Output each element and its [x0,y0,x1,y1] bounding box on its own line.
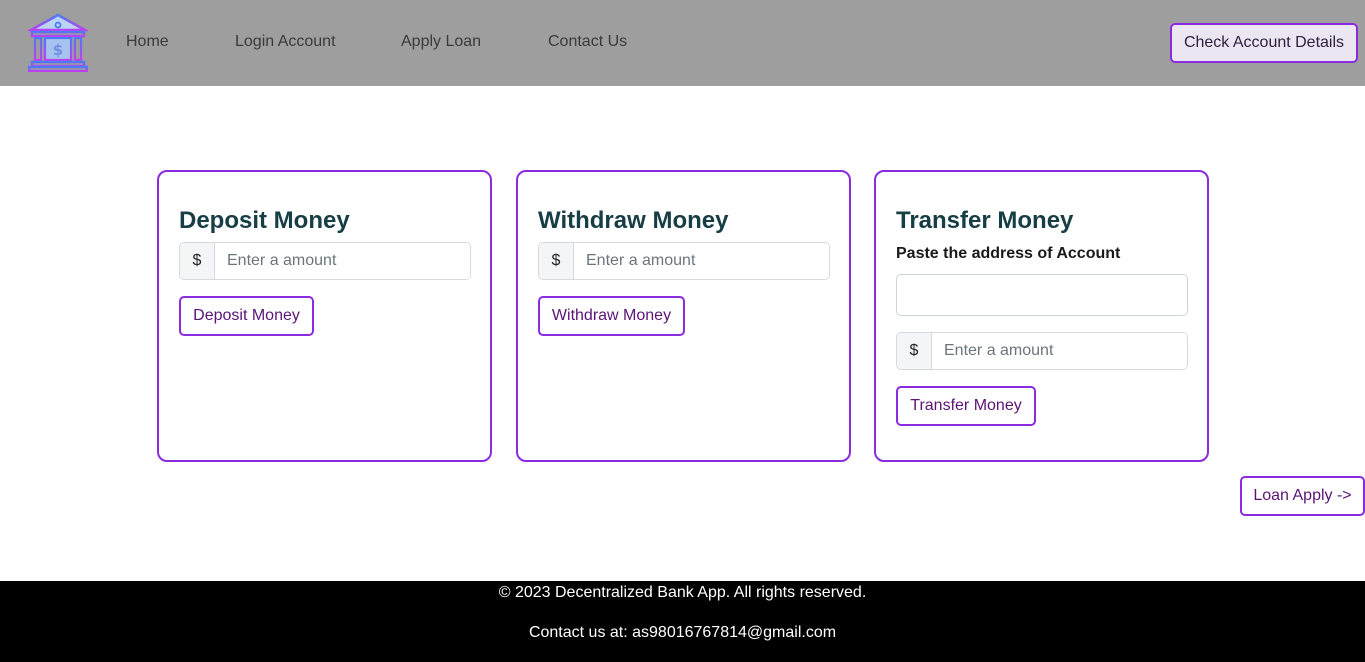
address-label: Paste the address of Account [896,245,1121,262]
nav-link-home[interactable]: Home [126,33,169,51]
currency-prefix: $ [180,243,215,279]
withdraw-amount-group: $ [538,242,830,280]
nav-link-contact-us[interactable]: Contact Us [548,33,627,51]
currency-prefix: $ [897,333,932,369]
footer-contact: Contact us at: as98016767814@gmail.com [528,624,837,641]
transfer-card: Transfer Money Paste the address of Acco… [874,170,1209,462]
withdraw-card: Withdraw Money $ Withdraw Money [516,170,851,462]
transfer-money-button[interactable]: Transfer Money [896,386,1036,426]
withdraw-amount-input[interactable] [574,243,829,279]
withdraw-title: Withdraw Money [538,207,729,234]
withdraw-money-button[interactable]: Withdraw Money [538,296,685,336]
svg-text:$: $ [53,41,63,59]
deposit-amount-input[interactable] [215,243,470,279]
deposit-title: Deposit Money [179,207,350,234]
footer: © 2023 Decentralized Bank App. All right… [0,581,1365,662]
check-account-details-button[interactable]: Check Account Details [1170,23,1358,63]
deposit-money-button[interactable]: Deposit Money [179,296,314,336]
currency-prefix: $ [539,243,574,279]
account-address-input[interactable] [896,274,1188,316]
nav-link-login-account[interactable]: Login Account [235,33,336,51]
loan-apply-button[interactable]: Loan Apply -> [1240,476,1365,516]
deposit-amount-group: $ [179,242,471,280]
deposit-card: Deposit Money $ Deposit Money [157,170,492,462]
transfer-amount-group: $ [896,332,1188,370]
footer-copyright: © 2023 Decentralized Bank App. All right… [498,584,867,601]
transfer-amount-input[interactable] [932,333,1187,369]
transfer-title: Transfer Money [896,207,1074,234]
nav-link-apply-loan[interactable]: Apply Loan [401,33,481,51]
navbar: $ Home Login Account Apply Loan Contact … [0,0,1365,86]
bank-icon[interactable]: $ [28,12,88,72]
